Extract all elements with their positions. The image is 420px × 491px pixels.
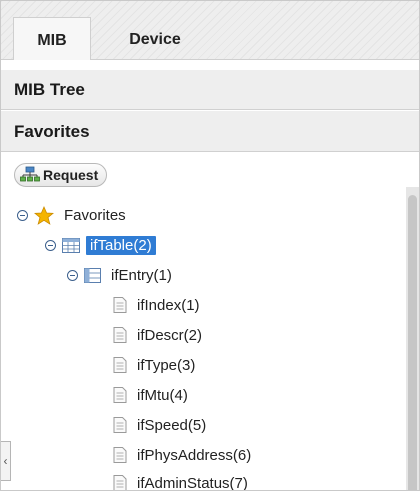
mib-browser-panel: MIB Device MIB Tree Favorites Request Fa… bbox=[0, 0, 420, 491]
request-button-label: Request bbox=[43, 167, 99, 183]
tab-strip: MIB Device bbox=[1, 1, 419, 60]
document-icon bbox=[113, 475, 127, 490]
collapse-toggle-icon[interactable] bbox=[45, 239, 56, 251]
tree-node-label: ifEntry(1) bbox=[111, 266, 172, 284]
tree-leaf-label: ifType(3) bbox=[137, 356, 196, 374]
document-icon bbox=[113, 387, 127, 403]
tree-node-favorites[interactable]: Favorites bbox=[17, 203, 130, 227]
tab-device[interactable]: Device bbox=[105, 17, 205, 59]
entry-icon bbox=[84, 267, 101, 283]
document-icon bbox=[113, 297, 127, 313]
tree-node-label: ifTable(2) bbox=[86, 235, 156, 255]
request-button[interactable]: Request bbox=[14, 163, 108, 187]
network-icon bbox=[20, 166, 43, 185]
tree-leaf-label: ifAdminStatus(7) bbox=[137, 474, 248, 491]
scrollbar-thumb[interactable] bbox=[408, 195, 417, 490]
tree-leaf[interactable]: ifMtu(4) bbox=[113, 383, 192, 407]
collapse-toggle-icon[interactable] bbox=[67, 269, 78, 281]
tree-leaf[interactable]: ifAdminStatus(7) bbox=[113, 471, 252, 490]
star-icon bbox=[34, 205, 54, 225]
tree-leaf-label: ifPhysAddress(6) bbox=[137, 446, 252, 464]
document-icon bbox=[113, 357, 127, 373]
tree-node-ifentry[interactable]: ifEntry(1) bbox=[67, 263, 176, 287]
chevron-left-icon: ‹ bbox=[3, 454, 8, 468]
accordion-mib-tree[interactable]: MIB Tree bbox=[1, 70, 419, 110]
favorites-panel: Request Favorites ifTable(2) ifEntry(1) … bbox=[1, 153, 419, 490]
tree-leaf[interactable]: ifPhysAddress(6) bbox=[113, 443, 255, 467]
tree-leaf[interactable]: ifIndex(1) bbox=[113, 293, 204, 317]
tab-mib[interactable]: MIB bbox=[13, 17, 91, 60]
document-icon bbox=[113, 327, 127, 343]
tree-leaf[interactable]: ifSpeed(5) bbox=[113, 413, 210, 437]
collapse-panel-button[interactable]: ‹ bbox=[1, 441, 11, 481]
tree-leaf-label: ifIndex(1) bbox=[137, 296, 200, 314]
tree-node-label: Favorites bbox=[64, 206, 126, 224]
document-icon bbox=[113, 447, 127, 463]
table-icon bbox=[62, 237, 80, 253]
tree-node-iftable[interactable]: ifTable(2) bbox=[45, 233, 156, 257]
tree-leaf-label: ifSpeed(5) bbox=[137, 416, 207, 434]
tree-leaf-label: ifMtu(4) bbox=[137, 386, 188, 404]
tree-leaf-label: ifDescr(2) bbox=[137, 326, 203, 344]
vertical-scrollbar[interactable] bbox=[406, 187, 419, 490]
tree-leaf[interactable]: ifType(3) bbox=[113, 353, 199, 377]
document-icon bbox=[113, 417, 127, 433]
tree-leaf[interactable]: ifDescr(2) bbox=[113, 323, 206, 347]
collapse-toggle-icon[interactable] bbox=[17, 209, 28, 221]
accordion-favorites[interactable]: Favorites bbox=[1, 111, 419, 152]
